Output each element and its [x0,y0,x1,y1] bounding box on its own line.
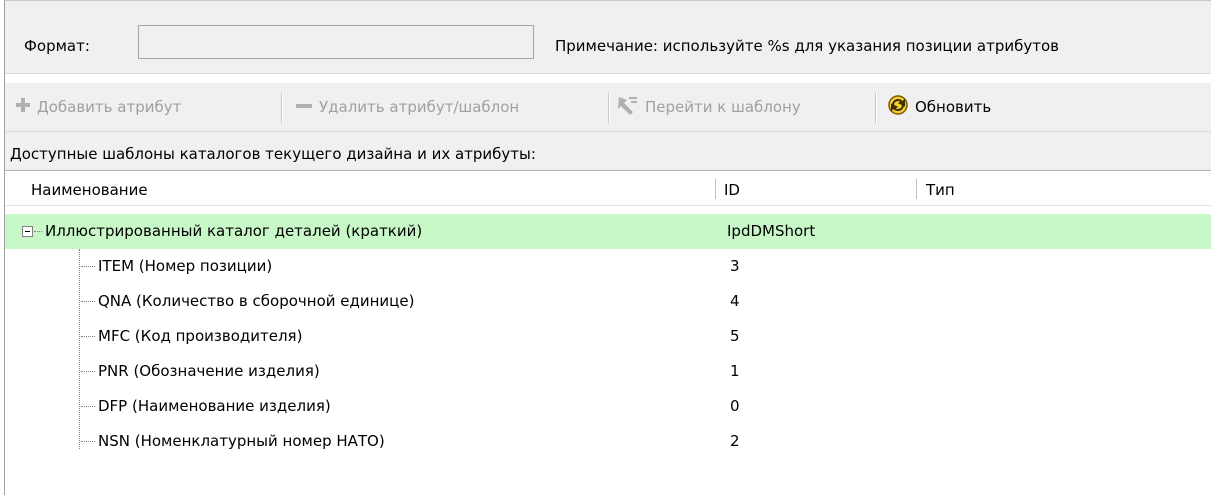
row-id: 0 [730,397,740,415]
tree-connector [81,301,95,302]
tree-row-child[interactable]: ITEM (Номер позиции) 3 [5,249,1211,284]
tree-connector [34,231,42,232]
row-id: 1 [730,362,740,380]
tree-row-child[interactable]: PNR (Обозначение изделия) 1 [5,354,1211,389]
row-name: MFC (Код производителя) [98,327,303,345]
templates-caption: Доступные шаблоны каталогов текущего диз… [5,132,1211,171]
toolbar: Добавить атрибут Удалить атрибут/шаблон … [5,83,1211,132]
attribute-format-panel: Формат: Примечание: используйте %s для у… [4,0,1211,495]
tree-row-child[interactable]: QNA (Количество в сборочной единице) 4 [5,284,1211,319]
column-header-name[interactable]: Наименование [31,181,148,199]
delete-attribute-label: Удалить атрибут/шаблон [319,98,520,116]
row-name: QNA (Количество в сборочной единице) [98,292,415,310]
format-row: Формат: Примечание: используйте %s для у… [5,1,1211,74]
tree-connector [81,441,95,442]
grid-header: Наименование ID Тип [5,171,1211,206]
refresh-icon [887,94,909,120]
row-id: IpdDMShort [727,222,816,240]
column-divider[interactable] [916,179,917,199]
row-name: ITEM (Номер позиции) [98,257,273,275]
column-header-type[interactable]: Тип [926,181,955,199]
tree-connector [81,371,95,372]
format-label: Формат: [24,37,90,55]
tree-row-child[interactable]: MFC (Код производителя) 5 [5,319,1211,354]
goto-template-label: Перейти к шаблону [645,98,801,116]
tree-connector [81,266,95,267]
row-name: NSN (Номенклатурный номер НАТО) [98,432,385,450]
toolbar-separator [875,93,877,123]
goto-template-icon [617,95,639,119]
templates-caption-text: Доступные шаблоны каталогов текущего диз… [10,145,536,163]
templates-tree-grid[interactable]: Наименование ID Тип Иллюстрированный кат… [5,171,1211,495]
tree-row-root[interactable]: Иллюстрированный каталог деталей (кратки… [5,214,1211,249]
refresh-button[interactable]: Обновить [887,91,991,123]
add-attribute-button[interactable]: Добавить атрибут [15,91,181,123]
row-id: 5 [730,327,740,345]
row-name: Иллюстрированный каталог деталей (кратки… [45,222,423,240]
row-id: 2 [730,432,740,450]
goto-template-button[interactable]: Перейти к шаблону [617,91,801,123]
row-id: 4 [730,292,740,310]
tree-row-child[interactable]: NSN (Номенклатурный номер НАТО) 2 [5,424,1211,459]
toolbar-separator [281,93,283,123]
delete-attribute-button[interactable]: Удалить атрибут/шаблон [295,91,519,123]
minus-icon [295,98,313,116]
row-name: PNR (Обозначение изделия) [98,362,320,380]
column-header-id[interactable]: ID [724,181,740,199]
plus-icon [15,97,31,117]
row-name: DFP (Наименование изделия) [98,397,331,415]
row-id: 3 [730,257,740,275]
add-attribute-label: Добавить атрибут [37,98,182,116]
tree-connector [81,406,95,407]
toolbar-separator [608,93,610,123]
format-input[interactable] [138,25,534,59]
tree-connector [81,336,95,337]
column-divider[interactable] [715,179,716,199]
collapse-icon[interactable] [22,226,33,237]
refresh-label: Обновить [915,98,992,116]
tree-row-child[interactable]: DFP (Наименование изделия) 0 [5,389,1211,424]
format-note: Примечание: используйте %s для указания … [555,37,1059,55]
